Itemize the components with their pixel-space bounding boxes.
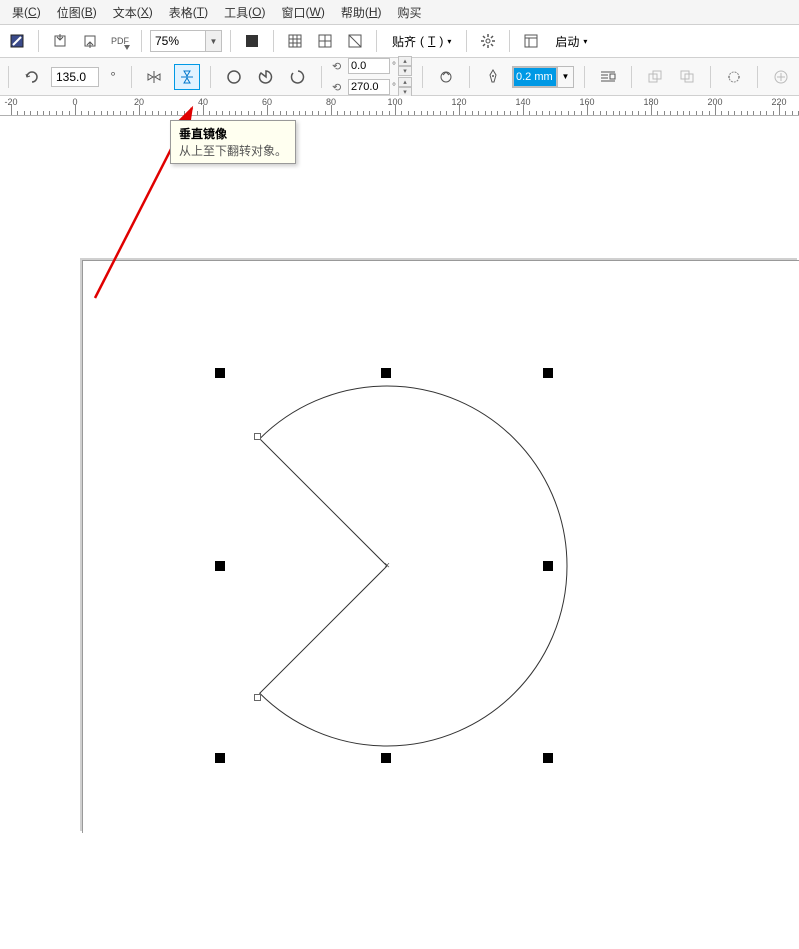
zoom-dropdown-icon[interactable]: ▼ (205, 31, 221, 51)
mirror-horizontal-icon[interactable] (142, 64, 168, 90)
menu-item-7[interactable]: 购买 (390, 0, 430, 24)
menu-item-1[interactable]: 位图(B) (49, 0, 105, 24)
selection-handle[interactable] (543, 368, 553, 378)
start-angle-input[interactable] (348, 58, 390, 74)
fullscreen-icon[interactable] (239, 28, 265, 54)
bounds-icon[interactable] (342, 28, 368, 54)
layout-icon[interactable] (518, 28, 544, 54)
pen-icon[interactable] (480, 64, 506, 90)
import-icon[interactable] (47, 28, 73, 54)
node-handle[interactable] (254, 694, 261, 701)
center-marker: × (384, 561, 390, 572)
tooltip: 垂直镜像 从上至下翻转对象。 (170, 120, 296, 164)
tooltip-desc: 从上至下翻转对象。 (179, 142, 287, 159)
selection-handle[interactable] (381, 753, 391, 763)
selection-handle[interactable] (215, 753, 225, 763)
menu-item-0[interactable]: 果(C) (4, 0, 49, 24)
start-angle-down[interactable]: ▾ (398, 66, 412, 76)
rotate-icon[interactable] (19, 64, 45, 90)
start-angle-up[interactable]: ▴ (398, 56, 412, 66)
launch-dropdown[interactable]: 启动 ▾ (548, 29, 594, 53)
options-icon[interactable] (475, 28, 501, 54)
tooltip-title: 垂直镜像 (179, 125, 287, 142)
grid-icon[interactable] (282, 28, 308, 54)
horizontal-ruler: -20020406080100120140160180200220240 (0, 96, 799, 116)
to-back-icon[interactable] (674, 64, 700, 90)
selection-handle[interactable] (543, 753, 553, 763)
stroke-width-input[interactable] (513, 67, 557, 87)
menubar: 果(C) 位图(B) 文本(X) 表格(T) 工具(O) 窗口(W) 帮助(H)… (0, 0, 799, 24)
selection-handle[interactable] (215, 368, 225, 378)
add-icon[interactable] (768, 64, 794, 90)
export-icon[interactable] (77, 28, 103, 54)
maximize-icon[interactable] (4, 28, 30, 54)
end-angle-up[interactable]: ▴ (398, 77, 412, 87)
menu-item-4[interactable]: 工具(O) (216, 0, 273, 24)
mirror-vertical-icon[interactable] (174, 64, 200, 90)
stroke-width-dropdown[interactable]: ▼ (557, 67, 573, 87)
to-front-icon[interactable] (642, 64, 668, 90)
snap-dropdown[interactable]: 贴齐(T) ▾ (385, 29, 458, 53)
pie-icon[interactable] (253, 64, 279, 90)
direction-icon[interactable] (433, 64, 459, 90)
convert-curves-icon[interactable] (721, 64, 747, 90)
menu-item-6[interactable]: 帮助(H) (333, 0, 390, 24)
toolbar-properties: ° ⟲ ° ▴▾ ⟲ ° ▴▾ ▼ (0, 58, 799, 96)
angle-unit-icon: ° (105, 64, 121, 90)
start-angle-icon: ⟲ (332, 60, 346, 73)
guides-icon[interactable] (312, 28, 338, 54)
selection-handle[interactable] (215, 561, 225, 571)
selection-handle[interactable] (381, 368, 391, 378)
text-wrap-icon[interactable] (595, 64, 621, 90)
rotation-angle-input[interactable] (51, 67, 99, 87)
end-angle-icon: ⟲ (332, 81, 346, 94)
end-angle-input[interactable] (348, 79, 390, 95)
toolbar-standard: PDF ▼ 贴齐(T) ▾ 启动 ▾ (0, 24, 799, 58)
ellipse-icon[interactable] (221, 64, 247, 90)
menu-item-2[interactable]: 文本(X) (105, 0, 161, 24)
selection-handle[interactable] (543, 561, 553, 571)
menu-item-3[interactable]: 表格(T) (161, 0, 216, 24)
pie-shape[interactable] (0, 116, 799, 949)
menu-item-5[interactable]: 窗口(W) (273, 0, 332, 24)
pdf-export-icon[interactable]: PDF (107, 28, 133, 54)
zoom-input[interactable] (151, 34, 205, 48)
node-handle[interactable] (254, 433, 261, 440)
arc-icon[interactable] (285, 64, 311, 90)
canvas-area[interactable]: × (0, 116, 799, 833)
stroke-width-group[interactable]: ▼ (512, 66, 574, 88)
zoom-level-input[interactable]: ▼ (150, 30, 222, 52)
